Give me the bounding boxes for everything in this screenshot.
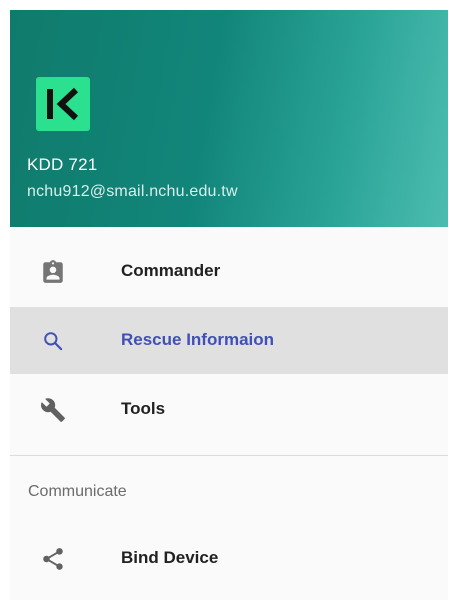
k-logo-icon: [36, 77, 90, 131]
menu-item-label: Tools: [121, 399, 166, 418]
menu-divider: [10, 455, 448, 456]
drawer-header: KDD 721 nchu912@smail.nchu.edu.tw: [10, 10, 448, 227]
menu-item-bind-device[interactable]: Bind Device: [10, 525, 448, 592]
menu-item-tools[interactable]: Tools: [10, 376, 448, 443]
user-email: nchu912@smail.nchu.edu.tw: [27, 183, 238, 200]
section-header-communicate: Communicate: [28, 483, 127, 500]
share-icon: [40, 546, 66, 572]
search-icon: [40, 328, 66, 354]
user-name: KDD 721: [27, 155, 98, 174]
menu-item-label: Rescue Informaion: [121, 330, 275, 349]
wrench-icon: [40, 397, 66, 423]
menu-item-label: Bind Device: [121, 548, 219, 567]
menu-item-label: Commander: [121, 261, 221, 280]
menu-item-rescue-information[interactable]: Rescue Informaion: [10, 307, 448, 374]
menu-item-commander[interactable]: Commander: [10, 238, 448, 305]
clipboard-person-icon: [40, 259, 66, 285]
navigation-drawer: KDD 721 nchu912@smail.nchu.edu.tw Comman…: [10, 10, 448, 600]
